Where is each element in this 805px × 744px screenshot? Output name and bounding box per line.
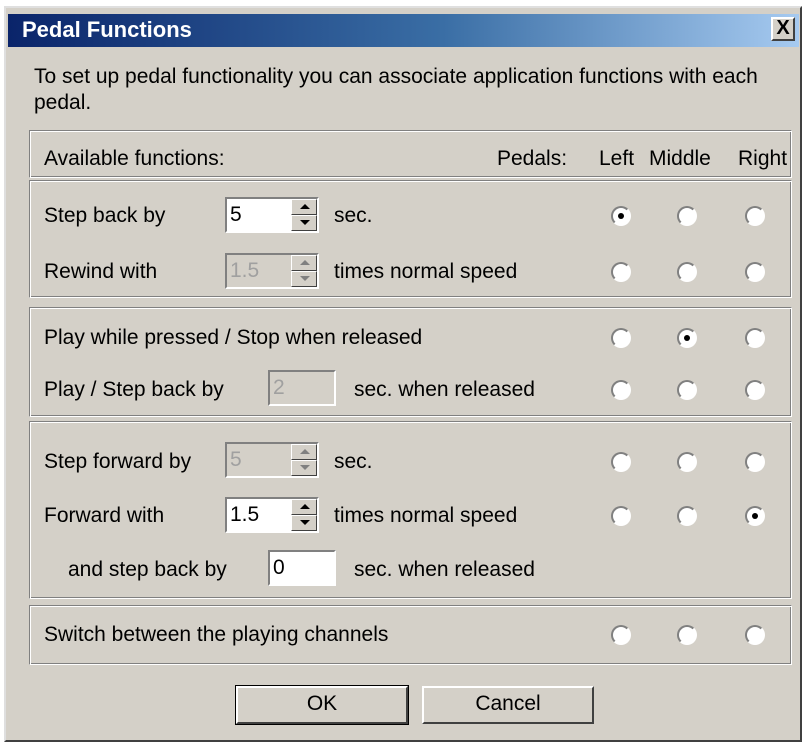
radio-dot-icon <box>752 513 758 519</box>
and-step-back-unit: sec. when released <box>354 558 535 581</box>
rewind-unit: times normal speed <box>334 260 518 283</box>
play-step-left-radio[interactable] <box>611 380 631 400</box>
switch-channels-left-radio[interactable] <box>611 625 631 645</box>
rewind-middle-radio[interactable] <box>677 262 697 282</box>
forward-value: 1.5 <box>230 503 260 526</box>
spin-up-arrow-icon <box>291 255 317 271</box>
switch-channels-label: Switch between the playing channels <box>44 623 389 646</box>
available-functions-label: Available functions: <box>44 147 225 170</box>
play-step-unit: sec. when released <box>354 378 535 401</box>
forward-right-radio[interactable] <box>745 506 765 526</box>
forward-left-radio[interactable] <box>611 506 631 526</box>
spin-up-arrow-icon[interactable] <box>291 499 317 515</box>
play-pressed-middle-radio[interactable] <box>677 328 697 348</box>
step-forward-value: 5 <box>230 448 242 471</box>
rewind-label: Rewind with <box>44 260 158 283</box>
switch-channels-right-radio[interactable] <box>745 625 765 645</box>
pedal-middle-header: Middle <box>649 147 711 170</box>
forward-middle-radio[interactable] <box>677 506 697 526</box>
spin-down-arrow-icon <box>291 271 317 287</box>
ok-button[interactable]: OK <box>235 685 409 725</box>
step-forward-left-radio[interactable] <box>611 452 631 472</box>
title-bar[interactable]: Pedal Functions X <box>8 14 799 47</box>
rewind-spinner: 1.5 <box>225 253 319 289</box>
play-step-value: 2 <box>273 376 285 399</box>
intro-text: To set up pedal functionality you can as… <box>34 65 758 114</box>
pedals-label: Pedals: <box>497 147 568 170</box>
step-forward-middle-radio[interactable] <box>677 452 697 472</box>
close-button[interactable]: X <box>771 17 795 41</box>
radio-dot-icon <box>618 213 624 219</box>
spin-up-arrow-icon[interactable] <box>291 199 317 215</box>
step-back-label: Step back by <box>44 204 166 227</box>
rewind-left-radio[interactable] <box>611 262 631 282</box>
cancel-button[interactable]: Cancel <box>422 686 594 724</box>
and-step-back-label: and step back by <box>68 558 227 581</box>
forward-label: Forward with <box>44 504 165 527</box>
step-back-value: 5 <box>230 203 242 226</box>
spin-down-arrow-icon[interactable] <box>291 215 317 231</box>
dialog-title: Pedal Functions <box>22 17 192 42</box>
rewind-value: 1.5 <box>230 259 260 282</box>
play-step-label: Play / Step back by <box>44 378 224 401</box>
spin-down-arrow-icon <box>291 460 317 476</box>
step-back-spinner[interactable]: 5 <box>225 197 319 233</box>
play-pressed-right-radio[interactable] <box>745 328 765 348</box>
step-back-middle-radio[interactable] <box>677 206 697 226</box>
step-back-left-radio[interactable] <box>611 206 631 226</box>
step-back-unit: sec. <box>334 204 373 227</box>
play-pressed-label: Play while pressed / Stop when released <box>44 326 423 349</box>
pedal-right-header: Right <box>738 147 788 170</box>
play-step-input: 2 <box>268 370 336 406</box>
forward-spinner[interactable]: 1.5 <box>225 497 319 533</box>
play-step-middle-radio[interactable] <box>677 380 697 400</box>
rewind-right-radio[interactable] <box>745 262 765 282</box>
play-pressed-left-radio[interactable] <box>611 328 631 348</box>
radio-dot-icon <box>684 335 690 341</box>
step-forward-spinner: 5 <box>225 442 319 478</box>
pedal-left-header: Left <box>599 147 635 170</box>
spin-up-arrow-icon <box>291 444 317 460</box>
step-forward-right-radio[interactable] <box>745 452 765 472</box>
and-step-back-value: 0 <box>273 556 285 579</box>
play-step-right-radio[interactable] <box>745 380 765 400</box>
step-back-right-radio[interactable] <box>745 206 765 226</box>
switch-channels-middle-radio[interactable] <box>677 625 697 645</box>
forward-unit: times normal speed <box>334 504 518 527</box>
step-forward-unit: sec. <box>334 450 373 473</box>
spin-down-arrow-icon[interactable] <box>291 515 317 531</box>
step-forward-label: Step forward by <box>44 450 192 473</box>
and-step-back-input[interactable]: 0 <box>268 550 336 586</box>
